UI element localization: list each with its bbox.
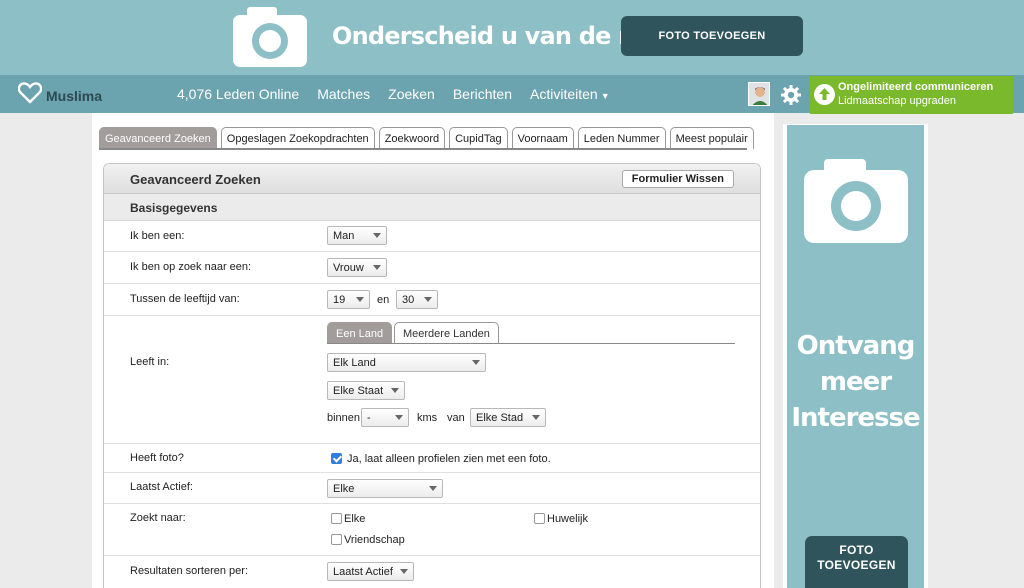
tab-multiple-countries[interactable]: Meerdere Landen	[394, 322, 499, 344]
nav-search[interactable]: Zoeken	[388, 86, 435, 102]
has-photo-option: Ja, laat alleen profielen zien met een f…	[347, 453, 551, 465]
caret-down-icon: ▼	[600, 91, 610, 101]
search-panel: Geavanceerd Zoeken Formulier Wissen Basi…	[103, 163, 761, 588]
any-option: Elke	[344, 513, 366, 525]
seeking-label: Ik ben op zoek naar een:	[130, 261, 252, 273]
arrow-up-icon	[814, 84, 835, 105]
row-age: Tussen de leeftijd van: 19 en 30	[104, 284, 760, 316]
ad-headline: Ontvang meer Interesse	[791, 331, 920, 433]
row-i-am: Ik ben een: Man	[104, 221, 760, 252]
age-to-select[interactable]: 30	[396, 290, 438, 309]
dropdown-arrow-icon	[400, 569, 408, 574]
marriage-checkbox[interactable]	[534, 513, 545, 524]
dropdown-arrow-icon	[472, 360, 480, 365]
dropdown-arrow-icon	[532, 415, 540, 420]
nav-messages[interactable]: Berichten	[453, 86, 512, 102]
sidebar-ad[interactable]: Ontvang meer Interesse FOTO TOEVOEGEN	[787, 125, 924, 588]
tab-saved-searches[interactable]: Opgeslagen Zoekopdrachten	[220, 127, 375, 149]
i-am-label: Ik ben een:	[130, 230, 185, 242]
panel-title: Geavanceerd Zoeken	[130, 172, 261, 187]
row-looking-for: Zoekt naar: Elke Huwelijk Vriendschap	[104, 504, 760, 556]
tab-one-country[interactable]: Een Land	[327, 322, 393, 344]
dropdown-arrow-icon	[373, 233, 381, 238]
seeking-select[interactable]: Vrouw	[327, 258, 387, 277]
panel-header: Geavanceerd Zoeken Formulier Wissen	[104, 164, 760, 194]
tab-member-number[interactable]: Leden Nummer	[577, 127, 666, 149]
upgrade-membership-button[interactable]: Ongelimiteerd communiceren Lidmaatschap …	[810, 76, 1013, 114]
from-label: van	[447, 412, 465, 424]
dropdown-arrow-icon	[356, 297, 364, 302]
country-select[interactable]: Elk Land	[327, 353, 486, 372]
sort-label: Resultaten sorteren per:	[130, 565, 249, 577]
heart-logo-icon	[17, 82, 43, 109]
top-banner-ad[interactable]: Onderscheid u van de rest FOTO TOEVOEGEN	[0, 0, 1024, 75]
logo-text: Muslima	[46, 87, 103, 104]
members-online-link[interactable]: 4,076 Leden Online	[177, 86, 299, 102]
kms-label: kms	[417, 412, 438, 424]
last-active-select[interactable]: Elke	[327, 479, 443, 498]
upgrade-title: Ongelimiteerd communiceren	[838, 81, 994, 93]
row-last-active: Laatst Actief: Elke	[104, 473, 760, 504]
gear-icon[interactable]	[780, 84, 802, 111]
tab-most-popular[interactable]: Meest populair	[669, 127, 754, 149]
dropdown-arrow-icon	[424, 297, 432, 302]
section-header: Basisgegevens	[104, 194, 760, 221]
nav-matches[interactable]: Matches	[317, 86, 370, 102]
tab-first-name[interactable]: Voornaam	[511, 127, 574, 149]
friendship-checkbox[interactable]	[331, 534, 342, 545]
state-select[interactable]: Elke Staat	[327, 381, 405, 400]
row-sort: Resultaten sorteren per: Laatst Actief	[104, 556, 760, 588]
camera-icon	[233, 7, 307, 72]
age-from-select[interactable]: 19	[327, 290, 370, 309]
age-label: Tussen de leeftijd van:	[130, 293, 240, 305]
add-photo-button[interactable]: FOTO TOEVOEGEN	[621, 16, 803, 56]
has-photo-label: Heeft foto?	[130, 452, 184, 464]
dropdown-arrow-icon	[391, 388, 399, 393]
dropdown-arrow-icon	[373, 265, 381, 270]
within-label: binnen	[327, 412, 361, 424]
ad-add-photo-button[interactable]: FOTO TOEVOEGEN	[805, 536, 908, 588]
clear-form-button[interactable]: Formulier Wissen	[621, 170, 734, 188]
tab-advanced-search[interactable]: Geavanceerd Zoeken	[99, 127, 217, 149]
row-location: Leeft in: Een Land Meerdere Landen Elk L…	[104, 316, 760, 444]
tabs-divider	[99, 148, 747, 150]
friendship-option: Vriendschap	[344, 534, 405, 546]
search-tabs: Geavanceerd Zoeken Opgeslagen Zoekopdrac…	[99, 127, 758, 149]
banner-slogan: Onderscheid u van de rest	[332, 22, 670, 50]
location-tabs-divider	[327, 343, 735, 344]
dropdown-arrow-icon	[429, 486, 437, 491]
any-checkbox[interactable]	[331, 513, 342, 524]
last-active-label: Laatst Actief:	[130, 481, 193, 493]
age-and-label: en	[377, 294, 390, 306]
avatar[interactable]	[748, 82, 770, 106]
i-am-select[interactable]: Man	[327, 226, 387, 245]
distance-select[interactable]: -	[361, 408, 409, 427]
tab-cupidtag[interactable]: CupidTag	[449, 127, 508, 149]
looking-for-label: Zoekt naar:	[130, 512, 186, 524]
sort-select[interactable]: Laatst Actief	[327, 562, 414, 581]
row-seeking: Ik ben op zoek naar een: Vrouw	[104, 252, 760, 284]
lives-in-label: Leeft in:	[130, 356, 170, 368]
has-photo-checkbox[interactable]	[331, 453, 342, 464]
nav-activities[interactable]: Activiteiten ▼	[530, 86, 610, 102]
upgrade-subtitle: Lidmaatschap upgraden	[838, 95, 957, 107]
marriage-option: Huwelijk	[547, 513, 588, 525]
dropdown-arrow-icon	[395, 415, 403, 420]
section-title: Basisgegevens	[130, 201, 218, 215]
row-has-photo: Heeft foto? Ja, laat alleen profielen zi…	[104, 444, 760, 473]
camera-icon	[804, 159, 908, 248]
tab-keyword[interactable]: Zoekwoord	[378, 127, 446, 149]
city-select[interactable]: Elke Stad	[470, 408, 546, 427]
logo[interactable]: Muslima	[17, 82, 103, 109]
